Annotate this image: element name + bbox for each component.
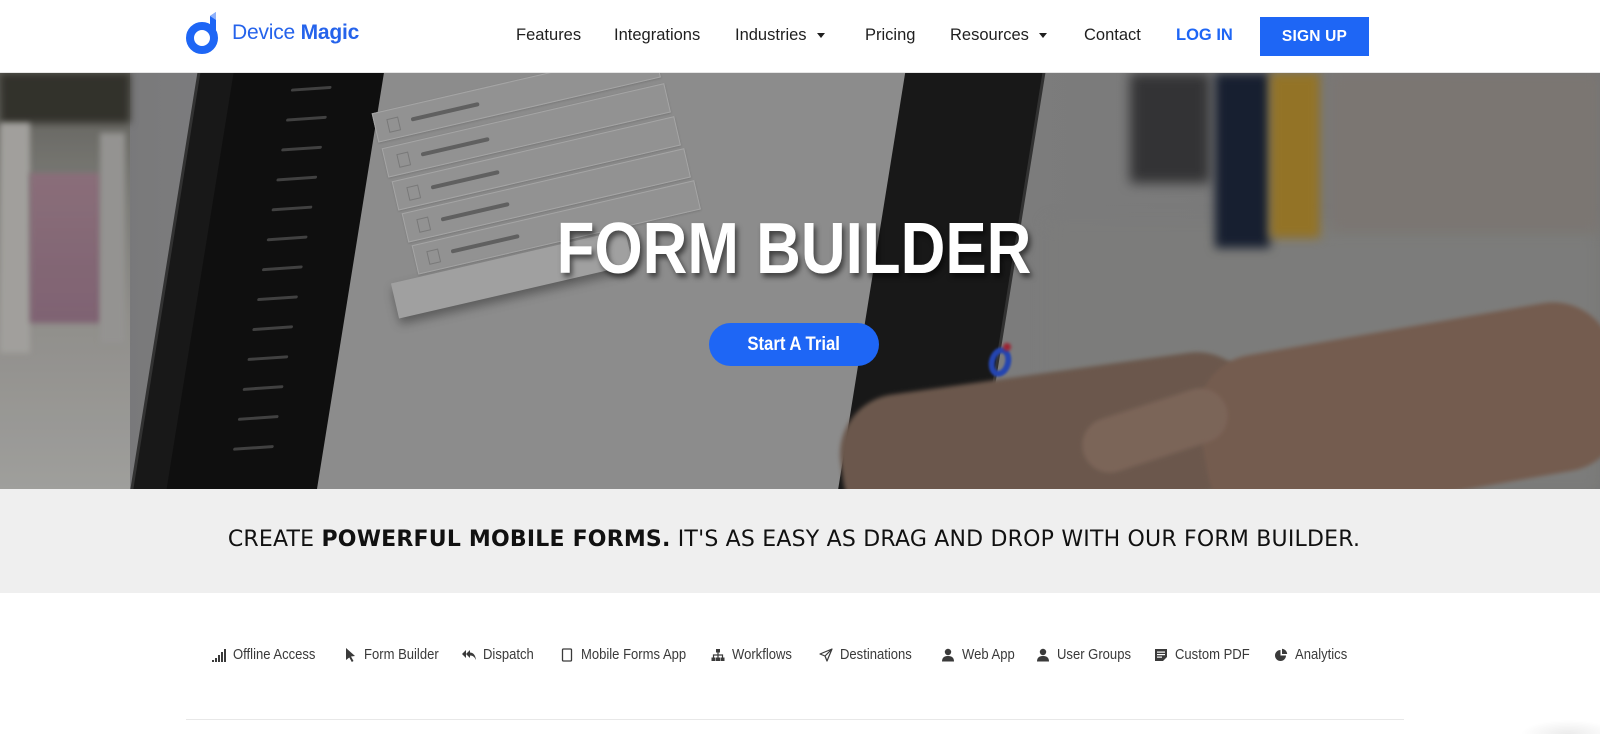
nav-industries-label: Industries: [735, 25, 807, 44]
feature-label: Dispatch: [483, 647, 534, 663]
feature-label: Offline Access: [233, 647, 316, 663]
feature-destinations[interactable]: Destinations: [819, 640, 920, 670]
logo-text-bold: Magic: [300, 21, 360, 44]
feature-label: Destinations: [840, 647, 912, 663]
document-list-icon: [1154, 648, 1168, 662]
feature-nav: Offline Access Form Builder Dispatch Mob…: [0, 640, 1600, 670]
tagline-band: CREATE POWERFUL MOBILE FORMS. IT'S AS EA…: [0, 489, 1600, 593]
cursor-pointer-icon: [343, 648, 357, 662]
user-icon: [941, 648, 955, 662]
floating-widget-shadow: [1520, 720, 1600, 734]
feature-dispatch[interactable]: Dispatch: [462, 640, 539, 670]
device-magic-logo-icon: [186, 12, 218, 54]
caret-down-icon: [1038, 32, 1047, 38]
feature-workflows[interactable]: Workflows: [711, 640, 799, 670]
paper-plane-icon: [819, 648, 833, 662]
hero-banner: FORM BUILDER Start A Trial: [0, 73, 1600, 489]
hero-title: FORM BUILDER: [556, 209, 1032, 289]
nav-industries[interactable]: Industries: [735, 22, 825, 48]
caret-down-icon: [816, 32, 825, 38]
feature-label: User Groups: [1057, 647, 1131, 663]
signal-bars-icon: [212, 648, 226, 662]
section-divider: [186, 719, 1404, 720]
user-icon: [1036, 648, 1050, 662]
tagline: CREATE POWERFUL MOBILE FORMS. IT'S AS EA…: [0, 527, 1588, 552]
nav-contact-label: Contact: [1084, 25, 1141, 44]
nav-contact[interactable]: Contact: [1084, 22, 1141, 48]
login-link[interactable]: LOG IN: [1176, 22, 1233, 48]
signup-button[interactable]: SIGN UP: [1260, 17, 1369, 56]
logo-text: Device Magic: [232, 21, 359, 45]
tagline-suffix: IT'S AS EASY AS DRAG AND DROP WITH OUR F…: [670, 527, 1361, 552]
tablet-icon: [560, 648, 574, 662]
feature-label: Form Builder: [364, 647, 439, 663]
feature-label: Mobile Forms App: [581, 647, 687, 663]
logo-link[interactable]: Device Magic: [186, 12, 359, 54]
nav-features-label: Features: [516, 25, 582, 44]
feature-mobile-forms-app[interactable]: Mobile Forms App: [560, 640, 698, 670]
nav-integrations-label: Integrations: [614, 25, 701, 44]
feature-label: Analytics: [1295, 647, 1348, 663]
logo-text-light: Device: [232, 21, 295, 44]
feature-user-groups[interactable]: User Groups: [1036, 640, 1139, 670]
feature-custom-pdf[interactable]: Custom PDF: [1154, 640, 1258, 670]
tagline-prefix: CREATE: [227, 527, 322, 552]
nav-pricing-label: Pricing: [865, 25, 916, 44]
start-trial-label: Start A Trial: [747, 333, 841, 355]
login-label: LOG IN: [1176, 25, 1233, 44]
feature-web-app[interactable]: Web App: [941, 640, 1021, 670]
feature-offline-access[interactable]: Offline Access: [212, 640, 325, 670]
nav-resources[interactable]: Resources: [950, 22, 1047, 48]
feature-analytics[interactable]: Analytics: [1274, 640, 1353, 670]
nav-pricing[interactable]: Pricing: [865, 22, 915, 48]
feature-form-builder[interactable]: Form Builder: [343, 640, 447, 670]
nav-resources-label: Resources: [950, 25, 1029, 44]
site-header: Device Magic Features Integrations Indus…: [0, 0, 1600, 73]
nav-integrations[interactable]: Integrations: [614, 22, 700, 48]
tagline-bold: POWERFUL MOBILE FORMS.: [321, 527, 671, 552]
feature-label: Web App: [962, 647, 1015, 663]
nav-features[interactable]: Features: [516, 22, 581, 48]
reply-all-icon: [462, 648, 476, 662]
pie-chart-icon: [1274, 648, 1288, 662]
start-trial-button[interactable]: Start A Trial: [709, 323, 879, 366]
feature-label: Workflows: [732, 647, 792, 663]
feature-label: Custom PDF: [1175, 647, 1250, 663]
sitemap-icon: [711, 648, 725, 662]
